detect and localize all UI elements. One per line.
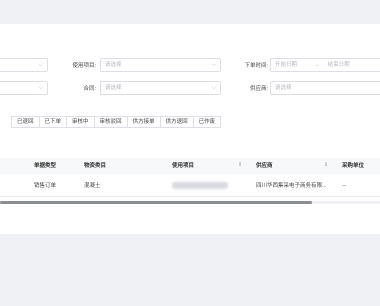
chevron-down-icon: ⌵ bbox=[211, 62, 216, 68]
tab-returned[interactable]: 已退回 bbox=[11, 116, 40, 128]
content-panel: ⌵ 使用项目: 请选择 ⌵ 下单时间: 开始日期 → 结束日期 ⌵ 合同: 请选… bbox=[0, 24, 380, 234]
tab-ordered[interactable]: 已下单 bbox=[38, 116, 68, 128]
start-date-input[interactable]: 开始日期 bbox=[275, 62, 297, 68]
chevron-down-icon: ⌵ bbox=[38, 62, 43, 68]
cell-supplier: 四川华西集采电子商务有限... bbox=[256, 183, 327, 189]
order-date-range[interactable]: 开始日期 → 结束日期 bbox=[270, 58, 380, 72]
supplier-placeholder: 请选择 bbox=[275, 85, 292, 91]
sort-icon[interactable]: ⇕ bbox=[324, 162, 328, 168]
contract-placeholder: 请选择 bbox=[105, 85, 122, 91]
chevron-down-icon: ⌵ bbox=[211, 85, 216, 91]
cell-category: 混凝土 bbox=[84, 183, 101, 189]
col-category: 物资类目 bbox=[84, 163, 107, 169]
tab-review-rejected[interactable]: 审核驳回 bbox=[93, 116, 128, 128]
contract-select[interactable]: 请选择 ⌵ bbox=[100, 81, 221, 95]
tab-voided[interactable]: 已作废 bbox=[192, 116, 222, 128]
col-supplier[interactable]: 供应商 bbox=[256, 158, 273, 174]
project-select[interactable]: 请选择 ⌵ bbox=[100, 58, 221, 72]
order-time-label: 下单时间: bbox=[244, 63, 268, 69]
status-tabs: 已退回 已下单 审核中 审核驳回 供方接单 供方退回 已作废 bbox=[0, 116, 222, 128]
date-separator: → bbox=[314, 62, 321, 68]
cell-doc-type: 销售订单 bbox=[34, 183, 57, 189]
col-project[interactable]: 使用项目 bbox=[172, 158, 194, 174]
project-label: 使用项目: bbox=[72, 63, 96, 69]
cell-purchase-unit: -- bbox=[342, 183, 346, 189]
end-date-input[interactable]: 结束日期 bbox=[328, 62, 350, 68]
col-doc-type: 单据类型 bbox=[34, 163, 57, 169]
tab-supplier-returned[interactable]: 供方退回 bbox=[159, 116, 194, 128]
tab-reviewing[interactable]: 审核中 bbox=[66, 116, 95, 128]
sort-icon[interactable]: ⇕ bbox=[238, 162, 242, 168]
cell-project-redacted bbox=[172, 182, 228, 189]
col-purchase-unit: 采购单位 bbox=[342, 163, 365, 169]
table-header: 单据类型 物资类目 使用项目 ⇕ 供应商 ⇕ 采购单位 bbox=[0, 158, 380, 174]
filter-select-left-2[interactable]: ⌵ bbox=[0, 81, 48, 95]
tab-supplier-accepted[interactable]: 供方接单 bbox=[126, 116, 161, 128]
supplier-label: 供应商: bbox=[249, 86, 268, 92]
contract-label: 合同: bbox=[83, 86, 96, 92]
project-placeholder: 请选择 bbox=[105, 62, 122, 68]
supplier-select[interactable]: 请选择 bbox=[270, 81, 380, 95]
chevron-down-icon: ⌵ bbox=[38, 85, 43, 91]
horizontal-scrollbar-thumb[interactable] bbox=[0, 201, 312, 204]
filter-select-left-1[interactable]: ⌵ bbox=[0, 58, 48, 72]
